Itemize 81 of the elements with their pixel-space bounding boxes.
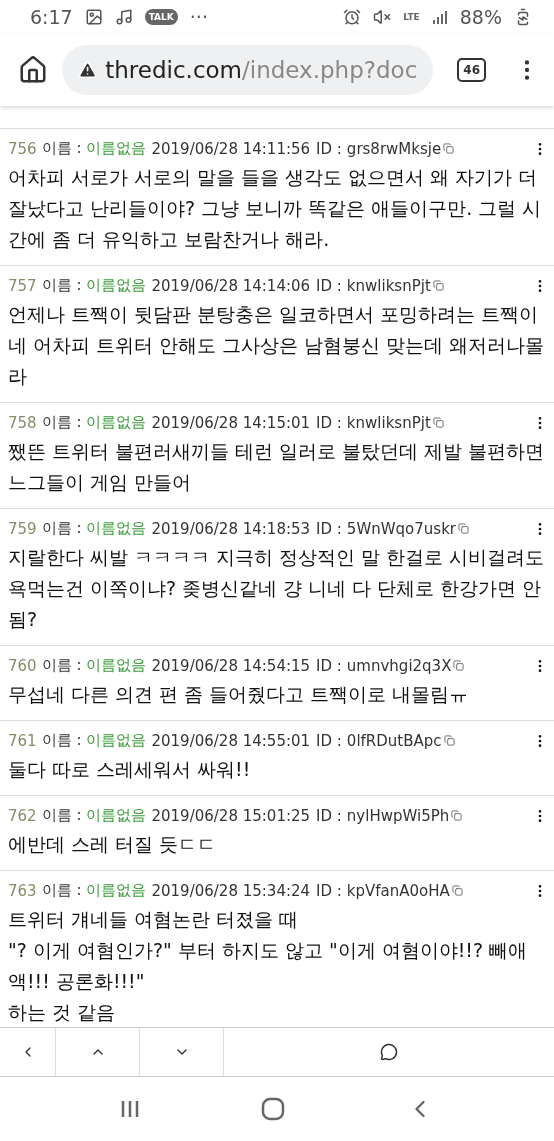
more-notifications: ··· [189, 6, 208, 28]
name-label: 이름 : [41, 881, 82, 900]
id-label: ID : [316, 731, 342, 750]
name-label: 이름 : [41, 731, 82, 750]
url-field[interactable]: thredic.com/index.php?doc [62, 45, 434, 95]
user-id: 5WnWqo7uskr [346, 519, 456, 538]
copy-icon[interactable] [443, 143, 455, 154]
id-label: ID : [316, 413, 342, 432]
post-body: 둘다 따로 스레세워서 싸워!! [8, 757, 252, 782]
id-label: ID : [316, 276, 342, 295]
post-body: 어차피 서로가 서로의 말을 들을 생각도 없으면서 왜 자기가 더 잘났다고 난리들이야? 그냥 보니까 똑같은 애들이구만. 그럴 시간에 좀 더 유익하고 보람찬거나 해라. [8, 165, 543, 252]
id-label: ID : [316, 806, 342, 825]
post-number: 757 [8, 276, 37, 295]
author-name: 이름없음 [86, 806, 147, 825]
copy-icon[interactable] [451, 810, 463, 821]
author-name: 이름없음 [86, 139, 147, 158]
post-body: 무섭네 다른 의견 편 좀 들어줬다고 트짹이로 내몰림ㅠ [8, 682, 470, 707]
mute-icon [373, 8, 392, 26]
post-number: 760 [8, 656, 37, 675]
name-label: 이름 : [41, 413, 82, 432]
battery-percent: 88% [459, 6, 502, 28]
post-date: 2019/06/28 14:11:56 [151, 139, 311, 158]
post-body: 지랄한다 씨발 ㅋㅋㅋㅋ 지극히 정상적인 말 한걸로 시비걸려도 욕먹는건 이쪽이냐? 좆병신같네 걍 니네 다 단체로 한강가면 안됨? [8, 545, 546, 632]
user-id: kpVfanA0oHA [346, 881, 450, 900]
name-label: 이름 : [41, 276, 82, 295]
alarm-icon [343, 8, 362, 26]
copy-icon[interactable] [432, 280, 444, 291]
post-body: 쨌뜬 트위터 불편러새끼들 테런 일러로 불탔던데 제발 불편하면 느그들이 게임 만들어 [8, 439, 546, 495]
chat-badge: TALK [144, 9, 178, 25]
post-body: 에반데 스레 터질 듯ㄷㄷ [8, 832, 218, 857]
copy-icon[interactable] [453, 660, 465, 671]
author-name: 이름없음 [86, 656, 147, 675]
post-number: 756 [8, 139, 37, 158]
user-id: knwliksnPjt [346, 276, 431, 295]
network-type: LTE [403, 12, 420, 22]
author-name: 이름없음 [86, 731, 147, 750]
post-date: 2019/06/28 14:54:15 [151, 656, 311, 675]
copy-icon[interactable] [443, 735, 455, 746]
author-name: 이름없음 [86, 413, 147, 432]
author-name: 이름없음 [86, 519, 147, 538]
id-label: ID : [316, 519, 342, 538]
clock-time: 6:17 [30, 6, 73, 28]
copy-icon[interactable] [458, 523, 469, 534]
author-name: 이름없음 [86, 881, 147, 900]
comment-icon [380, 1043, 398, 1061]
user-id: grs8rwMksje [346, 139, 442, 158]
post-body: 트위터 걔네들 여혐논란 터졌을 때 "? 이게 여혐인가?" 부터 하지도 않고 "이게 여혐이야!!? 빼애액!!! 공론화!!!" 하는 것 같음 [8, 907, 529, 1025]
id-label: ID : [316, 656, 342, 675]
user-id: 0lfRDutBApc [346, 731, 442, 750]
copy-icon[interactable] [432, 417, 444, 428]
post-number: 762 [8, 806, 37, 825]
recents-icon [120, 1099, 141, 1119]
name-label: 이름 : [41, 806, 82, 825]
post-date: 2019/06/28 14:15:01 [151, 413, 311, 432]
author-name: 이름없음 [86, 276, 147, 295]
id-label: ID : [316, 139, 342, 158]
music-icon [114, 8, 133, 26]
post-body: 언제나 트짹이 뒷담판 분탕충은 일코하면서 포밍하려는 트짹이네 어차피 트위터 안해도 그사상은 남혐붕신 맞는데 왜저러나몰라 [8, 302, 546, 389]
user-id: umnvhgi2q3X [346, 656, 452, 675]
home-icon [261, 1097, 285, 1121]
post-number: 763 [8, 881, 37, 900]
name-label: 이름 : [41, 139, 82, 158]
post-date: 2019/06/28 14:55:01 [151, 731, 311, 750]
user-id: knwliksnPjt [346, 413, 431, 432]
home-button-icon[interactable] [18, 55, 48, 85]
url-text: thredic.com/index.php?doc [105, 57, 418, 83]
name-label: 이름 : [41, 519, 82, 538]
tab-count-button[interactable]: 46 [457, 58, 486, 82]
signal-icon [431, 9, 448, 25]
post-date: 2019/06/28 14:14:06 [151, 276, 311, 295]
copy-icon[interactable] [451, 885, 463, 896]
user-id: nylHwpWi5Ph [346, 806, 450, 825]
post-number: 759 [8, 519, 37, 538]
post-date: 2019/06/28 14:18:53 [151, 519, 311, 538]
image-icon [84, 8, 103, 26]
name-label: 이름 : [41, 656, 82, 675]
post-date: 2019/06/28 15:01:25 [151, 806, 311, 825]
post-number: 758 [8, 413, 37, 432]
id-label: ID : [316, 881, 342, 900]
post-number: 761 [8, 731, 37, 750]
post-date: 2019/06/28 15:34:24 [151, 881, 311, 900]
